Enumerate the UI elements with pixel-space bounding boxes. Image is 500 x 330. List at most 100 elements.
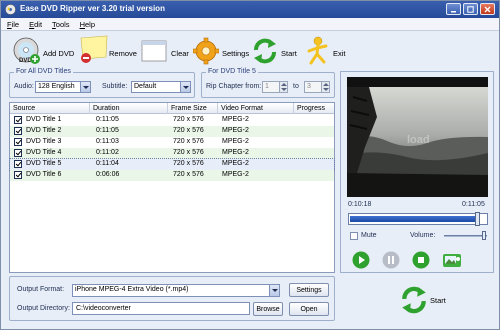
table-row-selected[interactable]: DVD Title 5 0:11:04 720 x 576 MPEG-2 <box>9 158 335 171</box>
open-button[interactable]: Open <box>289 302 329 316</box>
menu-edit[interactable]: Edit <box>29 20 42 29</box>
chapter-from-value: 1 <box>265 83 269 90</box>
volume-label: Volume: <box>410 232 436 239</box>
output-directory-input[interactable]: C:\videoconverter <box>72 302 250 315</box>
title-group: For DVD Title 5 Rip Chapter from: 1 to 3 <box>201 68 335 98</box>
row-source: DVD Title 3 <box>26 138 62 145</box>
add-dvd-label: Add DVD <box>43 49 75 58</box>
mute-label: Mute <box>361 232 377 239</box>
stop-icon[interactable] <box>412 251 430 269</box>
menu-help[interactable]: Help <box>80 20 95 29</box>
snapshot-icon[interactable] <box>442 251 462 269</box>
spinner-arrows-icon[interactable] <box>279 82 287 92</box>
current-time: 0:10:18 <box>348 201 372 208</box>
settings-label: Settings <box>222 49 250 58</box>
table-row[interactable]: DVD Title 4 0:11:02 720 x 576 MPEG-2 <box>10 148 334 159</box>
dvd-app-icon <box>5 4 16 15</box>
row-video-format: MPEG-2 <box>222 116 249 123</box>
output-format-label: Output Format: <box>17 286 65 293</box>
row-video-format: MPEG-2 <box>222 149 249 156</box>
app-window: Ease DVD Ripper ver 3.20 trial version F… <box>0 0 500 330</box>
start-convert-button[interactable]: Start <box>399 283 459 319</box>
menu-file[interactable]: File <box>7 20 19 29</box>
row-frame-size: 720 x 576 <box>173 149 204 156</box>
column-duration[interactable]: Duration <box>90 103 168 114</box>
output-group: Output Format: iPhone MPEG-4 Extra Video… <box>9 276 335 321</box>
column-frame-size[interactable]: Frame Size <box>168 103 218 114</box>
dvd-disc-icon: DVD <box>13 37 40 64</box>
all-titles-group: For All DVD Titles Audio: 128 English Su… <box>9 68 195 98</box>
row-source: DVD Title 6 <box>26 171 62 178</box>
row-checkbox[interactable] <box>14 116 22 124</box>
start-toolbar-button[interactable]: Start <box>251 34 303 68</box>
title-table[interactable]: Source Duration Frame Size Video Format … <box>9 102 335 273</box>
play-icon[interactable] <box>352 251 370 269</box>
audio-select[interactable]: 128 English <box>35 81 91 93</box>
clear-button[interactable]: Clear <box>141 34 193 68</box>
seek-thumb[interactable] <box>475 212 480 226</box>
refresh-arrows-icon <box>254 38 276 64</box>
row-duration: 0:06:06 <box>96 171 120 178</box>
menu-tools[interactable]: Tools <box>52 20 70 29</box>
browse-button[interactable]: Browse <box>253 302 283 316</box>
to-label: to <box>293 83 299 90</box>
row-frame-size: 720 x 576 <box>173 116 204 123</box>
row-checkbox[interactable] <box>14 127 22 135</box>
chapter-from-spinner[interactable]: 1 <box>262 81 288 93</box>
remove-button[interactable]: Remove <box>79 34 141 68</box>
seek-progress <box>350 216 476 222</box>
table-header: Source Duration Frame Size Video Format … <box>10 103 334 114</box>
maximize-icon[interactable] <box>463 3 478 15</box>
add-dvd-button[interactable]: DVD Add DVD <box>13 34 77 68</box>
table-row[interactable]: DVD Title 3 0:11:03 720 x 576 MPEG-2 <box>10 137 334 148</box>
audio-value: 128 English <box>38 83 75 90</box>
table-row[interactable]: DVD Title 2 0:11:05 720 x 576 MPEG-2 <box>10 126 334 137</box>
title-bar[interactable]: Ease DVD Ripper ver 3.20 trial version <box>1 1 499 18</box>
svg-text:load: load <box>407 134 430 146</box>
row-duration: 0:11:02 <box>96 149 119 156</box>
row-source: DVD Title 4 <box>26 149 62 156</box>
seek-bar[interactable] <box>348 212 488 226</box>
row-video-format: MPEG-2 <box>222 127 249 134</box>
row-source: DVD Title 5 <box>26 160 62 167</box>
title-group-label: For DVD Title 5 <box>206 68 258 75</box>
settings-toolbar-button[interactable]: Settings <box>193 34 251 68</box>
output-format-value: iPhone MPEG-4 Extra Video (*.mp4) <box>75 286 189 293</box>
audio-label: Audio: <box>14 83 34 90</box>
row-frame-size: 720 x 576 <box>173 160 204 167</box>
column-progress[interactable]: Progress <box>294 103 334 114</box>
output-directory-label: Output Directory: <box>17 305 70 312</box>
row-duration: 0:11:05 <box>96 127 119 134</box>
table-row[interactable]: DVD Title 6 0:06:06 720 x 576 MPEG-2 <box>10 170 334 181</box>
chapter-to-spinner[interactable]: 3 <box>304 81 330 93</box>
output-settings-button[interactable]: Settings <box>289 283 329 297</box>
table-row[interactable]: DVD Title 1 0:11:05 720 x 576 MPEG-2 <box>10 115 334 126</box>
row-checkbox[interactable] <box>14 171 22 179</box>
exit-button[interactable]: Exit <box>305 34 355 68</box>
pause-icon[interactable] <box>382 251 400 269</box>
gear-icon <box>193 37 219 65</box>
row-checkbox[interactable] <box>14 160 22 168</box>
volume-slider[interactable] <box>444 235 487 237</box>
exit-label: Exit <box>333 49 346 58</box>
row-duration: 0:11:03 <box>96 138 119 145</box>
volume-thumb[interactable] <box>482 231 486 240</box>
refresh-arrows-icon <box>402 286 426 314</box>
mute-checkbox[interactable] <box>350 232 358 240</box>
remove-note-icon <box>80 35 108 63</box>
output-format-select[interactable]: iPhone MPEG-4 Extra Video (*.mp4) <box>72 284 280 297</box>
subtitle-label: Subtitle: <box>102 83 128 90</box>
row-source: DVD Title 2 <box>26 127 62 134</box>
subtitle-select[interactable]: Default <box>131 81 191 93</box>
subtitle-value: Default <box>134 83 157 90</box>
row-checkbox[interactable] <box>14 138 22 146</box>
clear-label: Clear <box>171 49 189 58</box>
spinner-arrows-icon[interactable] <box>321 82 329 92</box>
row-checkbox[interactable] <box>14 149 22 157</box>
row-frame-size: 720 x 576 <box>173 127 204 134</box>
column-source[interactable]: Source <box>10 103 90 114</box>
column-video-format[interactable]: Video Format <box>218 103 294 114</box>
close-icon[interactable] <box>480 3 495 15</box>
video-preview: load <box>347 77 488 197</box>
minimize-icon[interactable] <box>446 3 461 15</box>
